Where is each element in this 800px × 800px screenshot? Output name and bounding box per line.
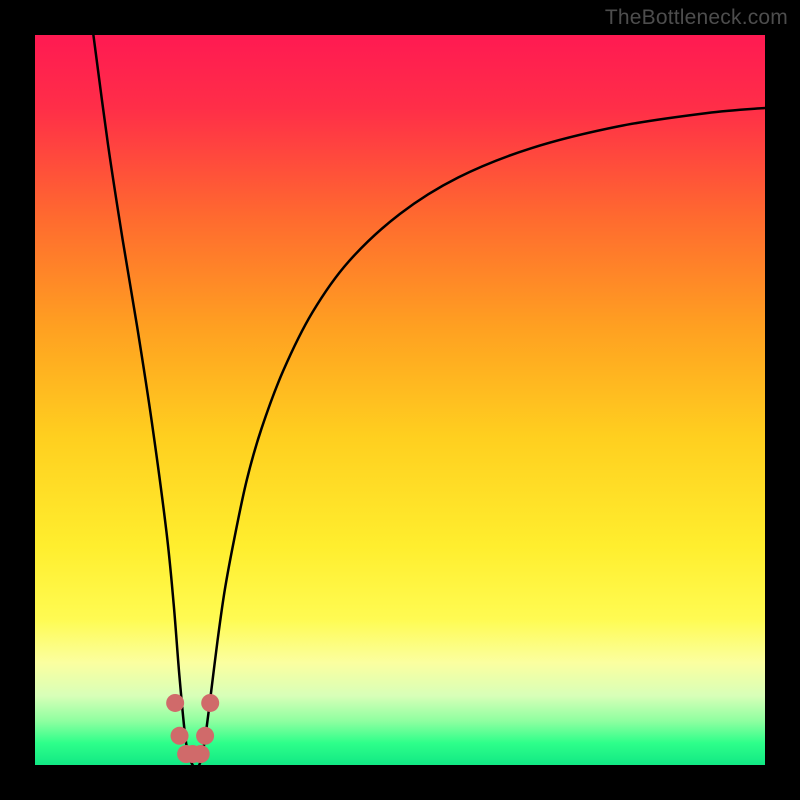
marker-point (196, 727, 214, 745)
chart-svg (35, 35, 765, 765)
marker-point (192, 745, 210, 763)
watermark-text: TheBottleneck.com (605, 6, 788, 30)
chart-frame: TheBottleneck.com (0, 0, 800, 800)
bottleneck-curve (93, 35, 765, 765)
marker-point (201, 694, 219, 712)
marker-point (166, 694, 184, 712)
plot-area (35, 35, 765, 765)
marker-point (171, 727, 189, 745)
